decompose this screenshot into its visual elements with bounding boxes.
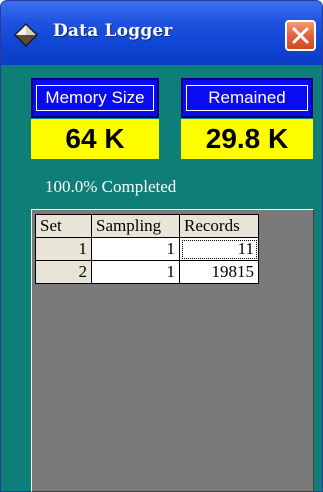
table-row[interactable]: 2 1 19815: [35, 260, 259, 284]
remained-label-box: Remained: [181, 78, 313, 118]
completion-status: 100.0% Completed: [45, 177, 177, 196]
diamond-icon: [14, 23, 38, 47]
records-cell[interactable]: 19815: [179, 260, 259, 284]
row-set-cell[interactable]: 1: [35, 237, 92, 261]
column-header-records[interactable]: Records: [179, 214, 259, 238]
records-table: Set Sampling Records 1 1 11 2 1 19815: [35, 214, 259, 284]
close-button[interactable]: [285, 20, 316, 51]
column-header-set[interactable]: Set: [35, 214, 92, 238]
sampling-cell[interactable]: 1: [91, 237, 180, 261]
memory-size-label: Memory Size: [36, 85, 154, 111]
records-cell[interactable]: 11: [179, 237, 259, 261]
window-title: Data Logger: [53, 21, 173, 41]
close-icon: [292, 27, 309, 44]
memory-size-value: 64 K: [31, 119, 159, 159]
column-header-sampling[interactable]: Sampling: [91, 214, 180, 238]
title-bar[interactable]: Data Logger: [1, 1, 322, 65]
table-row[interactable]: 1 1 11: [35, 237, 259, 261]
data-logger-window: Data Logger Memory Size 64 K Remained 29…: [0, 0, 323, 492]
sampling-cell[interactable]: 1: [91, 260, 180, 284]
row-set-cell[interactable]: 2: [35, 260, 92, 284]
remained-label: Remained: [186, 85, 308, 111]
records-grid[interactable]: Set Sampling Records 1 1 11 2 1 19815: [31, 209, 314, 492]
remained-value: 29.8 K: [181, 119, 313, 159]
memory-size-label-box: Memory Size: [31, 78, 159, 118]
